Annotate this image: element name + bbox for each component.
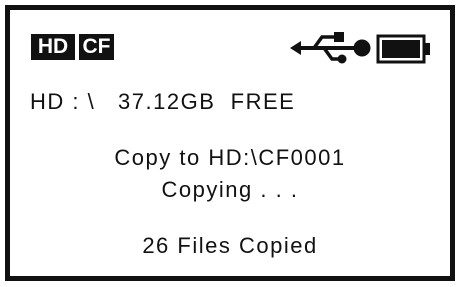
- usb-icon: [290, 32, 371, 64]
- copy-target-text: Copy to HD:\CF0001: [114, 145, 346, 170]
- free-space-text: HD : \ 37.12GB FREE: [30, 89, 296, 114]
- copy-status-text: Copying . . .: [161, 177, 299, 202]
- cf-badge: CF: [79, 34, 114, 60]
- files-copied-text: 26 Files Copied: [142, 233, 318, 258]
- battery-full-icon: [376, 34, 430, 64]
- hd-badge: HD: [31, 34, 75, 60]
- battery-level-fill: [382, 40, 420, 58]
